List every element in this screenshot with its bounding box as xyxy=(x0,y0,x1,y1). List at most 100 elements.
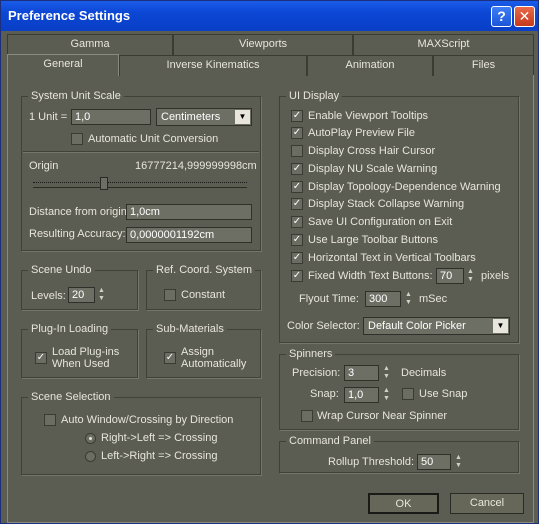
tab-general[interactable]: General xyxy=(7,54,119,76)
tab-files[interactable]: Files xyxy=(433,55,534,76)
snap-spinner[interactable]: ▲ ▼ xyxy=(382,387,391,403)
origin-value: 16777214,999999998cm xyxy=(135,160,257,172)
color-selector-select[interactable]: Default Color Picker ▼ xyxy=(363,317,510,335)
spinner-up-icon[interactable]: ▲ xyxy=(466,268,475,276)
accuracy-field[interactable]: 0,0000001192cm xyxy=(126,227,252,243)
precision-field[interactable]: 3 xyxy=(344,365,379,381)
flyout-time-field[interactable]: 300 xyxy=(365,291,401,307)
spinner-down-icon[interactable]: ▼ xyxy=(382,373,391,381)
ui-display-label: Display Cross Hair Cursor xyxy=(308,145,436,157)
load-plugins-label-2: When Used xyxy=(52,358,110,370)
auto-window-crossing-label: Auto Window/Crossing by Direction xyxy=(61,414,234,426)
ui-display-label: AutoPlay Preview File xyxy=(308,127,415,139)
spinner-down-icon[interactable]: ▼ xyxy=(466,276,475,284)
auto-window-crossing-checkbox[interactable] xyxy=(44,414,56,426)
levels-label: Levels: xyxy=(31,290,66,302)
wrap-cursor-checkbox[interactable] xyxy=(301,410,313,422)
fixed-width-spinner[interactable]: ▲ ▼ xyxy=(466,268,475,284)
ui-display-label: Display Stack Collapse Warning xyxy=(308,198,465,210)
snap-label: Snap: xyxy=(310,388,339,400)
tab-maxscript[interactable]: MAXScript xyxy=(353,34,534,55)
color-selector-label: Color Selector: xyxy=(287,320,360,332)
window-title: Preference Settings xyxy=(8,8,131,23)
origin-slider-track[interactable] xyxy=(33,182,247,183)
spinner-up-icon[interactable]: ▲ xyxy=(404,291,413,299)
levels-field[interactable]: 20 xyxy=(68,287,95,303)
ui-display-label: Display Topology-Dependence Warning xyxy=(308,181,501,193)
fixed-width-field[interactable]: 70 xyxy=(436,268,464,284)
spinner-down-icon[interactable]: ▼ xyxy=(454,462,463,470)
tab-inverse-kinematics[interactable]: Inverse Kinematics xyxy=(119,55,307,76)
ui-display-label: Horizontal Text in Vertical Toolbars xyxy=(308,252,476,264)
right-left-crossing-label: Right->Left => Crossing xyxy=(101,432,218,444)
spinner-up-icon[interactable]: ▲ xyxy=(382,387,391,395)
spinner-down-icon[interactable]: ▼ xyxy=(97,295,106,303)
help-button[interactable]: ? xyxy=(491,6,512,27)
spinner-up-icon[interactable]: ▲ xyxy=(382,365,391,373)
spinner-up-icon[interactable]: ▲ xyxy=(454,454,463,462)
ui-display-label: Fixed Width Text Buttons: xyxy=(308,270,433,282)
ui-display-label: Use Large Toolbar Buttons xyxy=(308,234,439,246)
right-left-crossing-radio[interactable] xyxy=(85,433,96,444)
spinner-down-icon[interactable]: ▼ xyxy=(382,395,391,403)
unit-label: 1 Unit = xyxy=(29,111,68,123)
snap-field[interactable]: 1,0 xyxy=(344,387,379,403)
spinner-up-icon[interactable]: ▲ xyxy=(97,287,106,295)
accuracy-label: Resulting Accuracy: xyxy=(29,228,126,240)
chevron-down-icon: ▼ xyxy=(493,319,508,333)
precision-spinner[interactable]: ▲ ▼ xyxy=(382,365,391,381)
left-right-crossing-label: Left->Right => Crossing xyxy=(101,450,218,462)
title-bar[interactable]: Preference Settings ? ✕ xyxy=(1,1,538,31)
flyout-time-spinner[interactable]: ▲ ▼ xyxy=(404,291,413,307)
divider xyxy=(23,151,259,153)
origin-label: Origin xyxy=(29,160,59,172)
origin-slider-thumb[interactable] xyxy=(100,177,108,190)
decimals-label: Decimals xyxy=(401,367,447,379)
use-snap-label: Use Snap xyxy=(419,388,468,400)
rollup-threshold-spinner[interactable]: ▲ ▼ xyxy=(454,454,463,470)
rollup-threshold-label: Rollup Threshold: xyxy=(328,456,415,468)
ui-display-checkbox[interactable]: ✓ xyxy=(291,181,303,193)
distance-label: Distance from origin: xyxy=(29,206,130,218)
left-right-crossing-radio[interactable] xyxy=(85,451,96,462)
pixels-label: pixels xyxy=(481,270,510,282)
ui-display-checkbox[interactable]: ✓ xyxy=(291,270,303,282)
tab-viewports[interactable]: Viewports xyxy=(173,34,353,55)
ui-display-checkbox[interactable]: ✓ xyxy=(291,252,303,264)
group-title: System Unit Scale xyxy=(28,89,124,103)
constant-label: Constant xyxy=(181,289,226,301)
auto-unit-conversion-checkbox[interactable] xyxy=(71,133,83,145)
rollup-threshold-field[interactable]: 50 xyxy=(417,454,451,470)
close-button[interactable]: ✕ xyxy=(514,6,535,27)
distance-field[interactable]: 1,0cm xyxy=(126,204,252,220)
constant-checkbox[interactable] xyxy=(164,289,176,301)
load-plugins-checkbox[interactable]: ✓ xyxy=(35,352,47,364)
ui-display-checkbox[interactable]: ✓ xyxy=(291,216,303,228)
ui-display-checkbox[interactable]: ✓ xyxy=(291,198,303,210)
group-title: Sub-Materials xyxy=(153,322,227,336)
ui-display-checkbox[interactable]: ✓ xyxy=(291,127,303,139)
tab-gamma[interactable]: Gamma xyxy=(7,34,173,55)
preference-settings-window: Preference Settings ? ✕ Gamma Viewports … xyxy=(0,0,539,524)
group-title: Scene Selection xyxy=(28,390,114,404)
use-snap-checkbox[interactable] xyxy=(402,388,414,400)
ui-display-checkbox[interactable]: ✓ xyxy=(291,163,303,175)
levels-spinner[interactable]: ▲ ▼ xyxy=(97,287,106,303)
radio-selected-dot xyxy=(89,437,92,440)
unit-value-field[interactable]: 1,0 xyxy=(71,109,151,125)
tab-animation[interactable]: Animation xyxy=(307,55,433,76)
assign-automatically-checkbox[interactable]: ✓ xyxy=(164,352,176,364)
assign-label-2: Automatically xyxy=(181,358,247,370)
chevron-down-icon: ▼ xyxy=(235,110,250,124)
ok-button[interactable]: OK xyxy=(368,493,439,514)
unit-type-select[interactable]: Centimeters ▼ xyxy=(156,108,252,126)
group-title: Plug-In Loading xyxy=(28,322,112,336)
ui-display-checkbox[interactable]: ✓ xyxy=(291,234,303,246)
spinner-down-icon[interactable]: ▼ xyxy=(404,299,413,307)
group-title: UI Display xyxy=(286,89,343,103)
slider-baseline xyxy=(33,187,247,188)
ui-display-checkbox[interactable]: ✓ xyxy=(291,110,303,122)
group-title: Spinners xyxy=(286,347,336,361)
ui-display-checkbox[interactable] xyxy=(291,145,303,157)
cancel-button[interactable]: Cancel xyxy=(450,493,524,514)
